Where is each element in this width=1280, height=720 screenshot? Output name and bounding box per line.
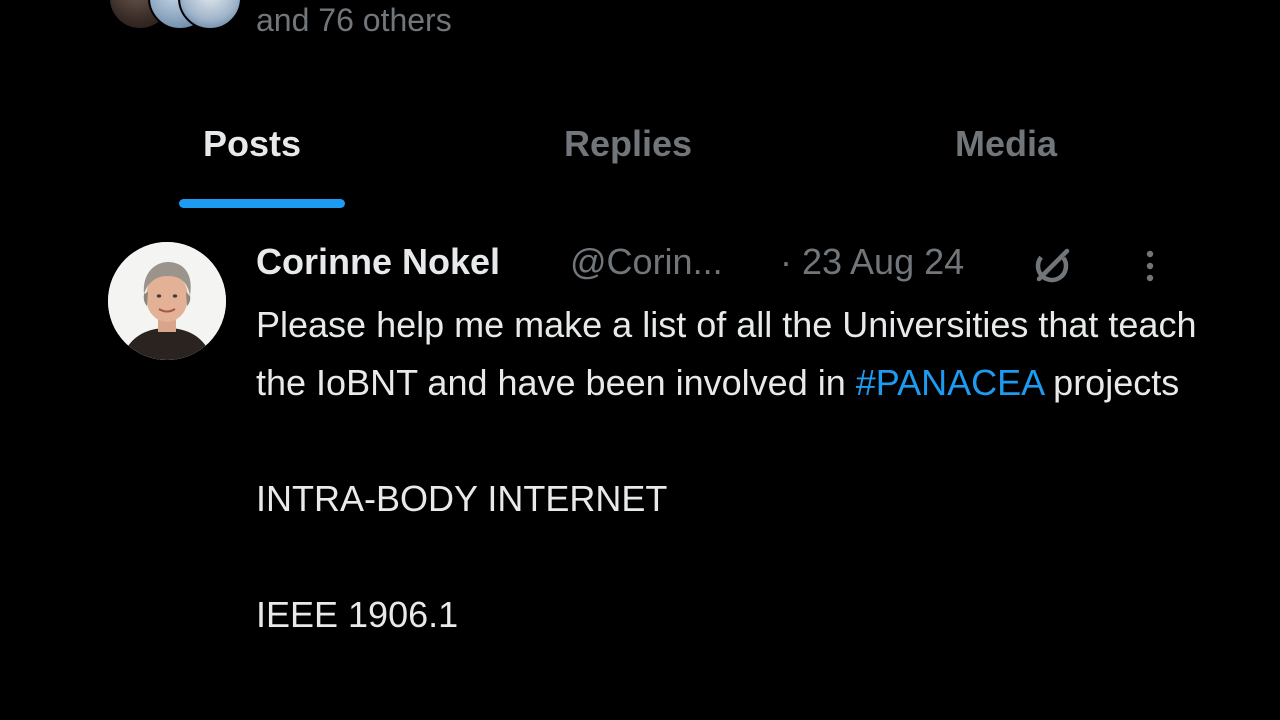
post-header: Corinne Nokel @Corin... · 23 Aug 24	[256, 238, 1196, 288]
post-text: projects	[1043, 362, 1180, 403]
post-text-paragraph: IEEE 1906.1	[256, 594, 459, 635]
avatar-image	[108, 242, 226, 360]
post-date[interactable]: · 23 Aug 24	[780, 238, 964, 286]
post-text-paragraph: INTRA-BODY INTERNET	[256, 478, 668, 519]
profile-tabs: Posts Replies Media	[0, 106, 1280, 212]
grok-icon[interactable]	[1030, 244, 1074, 288]
hashtag-link[interactable]: #PANACEA	[856, 362, 1043, 403]
avatar[interactable]	[108, 242, 226, 360]
post-body: Please help me make a list of all the Un…	[256, 296, 1216, 644]
author-handle[interactable]: @Corin...	[570, 238, 723, 286]
follower-avatars	[108, 0, 242, 30]
followers-count-text[interactable]: and 76 others	[256, 2, 452, 38]
author-name[interactable]: Corinne Nokel	[256, 238, 500, 286]
tab-posts[interactable]: Posts	[203, 120, 301, 168]
followed-by-strip[interactable]: and 76 others	[0, 0, 1280, 40]
post-text-paragraph: Please help me make a list of all the Un…	[256, 296, 1216, 412]
tab-replies[interactable]: Replies	[564, 120, 692, 168]
more-options-icon[interactable]	[1136, 244, 1164, 288]
tab-media[interactable]: Media	[955, 120, 1057, 168]
post[interactable]: Corinne Nokel @Corin... · 23 Aug 24 Plea…	[0, 228, 1280, 720]
profile-timeline: and 76 others Posts Replies Media Corinn…	[0, 0, 1280, 720]
active-tab-indicator	[179, 199, 345, 208]
